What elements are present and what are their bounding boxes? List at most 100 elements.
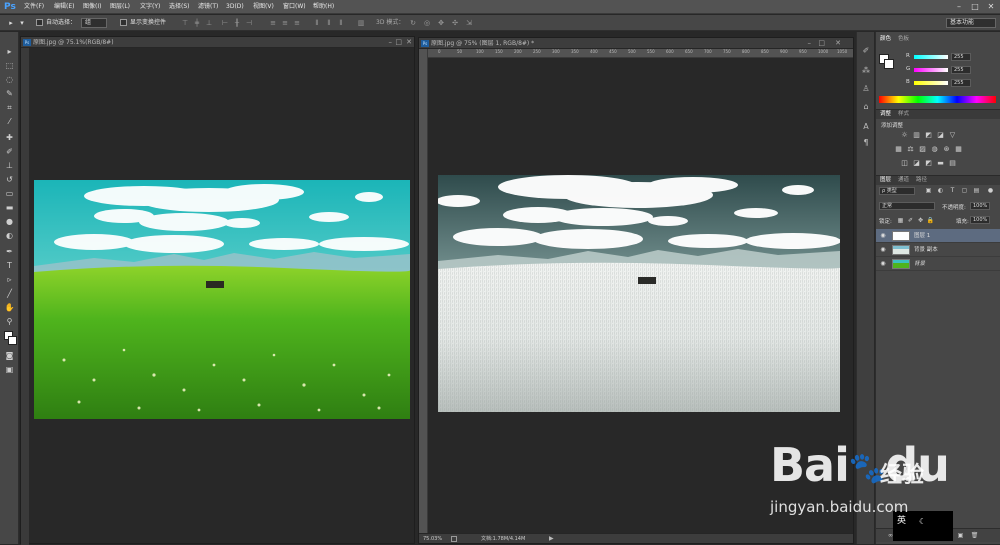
tab-color[interactable]: 颜色 bbox=[880, 35, 891, 44]
status-arrow-icon[interactable]: ▶ bbox=[549, 534, 554, 544]
pen-tool-icon[interactable]: ✒ bbox=[3, 246, 16, 257]
distribute-left-icon[interactable]: ⫴ bbox=[312, 18, 322, 28]
document-tab-layer1[interactable]: Ps 原图.jpg @ 75% (图层 1, RGB/8#) * – □ ✕ bbox=[419, 38, 853, 49]
layer-name[interactable]: 图层 1 bbox=[914, 229, 930, 243]
roll-3d-icon[interactable]: ◎ bbox=[422, 18, 432, 28]
slide-3d-icon[interactable]: ✣ bbox=[450, 18, 460, 28]
blend-mode-dropdown[interactable]: 正常 bbox=[879, 202, 935, 210]
lock-pixels-icon[interactable]: ✐ bbox=[906, 216, 915, 225]
tool-preset-dropdown-icon[interactable]: ▾ bbox=[17, 18, 27, 28]
filter-shape-icon[interactable]: ▢ bbox=[960, 186, 969, 195]
delete-layer-icon[interactable]: 🗑 bbox=[970, 531, 979, 540]
history-brush-tool-icon[interactable]: ↺ bbox=[3, 174, 16, 185]
quick-select-tool-icon[interactable]: ✎ bbox=[3, 88, 16, 99]
align-right-icon[interactable]: ⊣ bbox=[244, 18, 254, 28]
color-lookup-icon[interactable]: ▦ bbox=[954, 145, 963, 154]
move-tool-icon[interactable]: ▸ bbox=[6, 18, 16, 28]
filter-pixel-icon[interactable]: ▣ bbox=[924, 186, 933, 195]
brush-panel-icon[interactable]: ✐ bbox=[861, 46, 871, 56]
bg-color-preview[interactable] bbox=[884, 59, 894, 69]
r-slider[interactable] bbox=[914, 55, 948, 59]
menu-layer[interactable]: 图层(L) bbox=[110, 0, 130, 14]
doc-minimize-icon[interactable]: – bbox=[808, 38, 812, 49]
b-value[interactable]: 255 bbox=[951, 79, 971, 87]
menu-type[interactable]: 文字(Y) bbox=[140, 0, 160, 14]
blur-tool-icon[interactable]: ● bbox=[3, 216, 16, 227]
tab-layers[interactable]: 图层 bbox=[880, 176, 891, 185]
tab-paths[interactable]: 路径 bbox=[916, 176, 927, 185]
color-spectrum-bar[interactable] bbox=[879, 96, 996, 103]
r-value[interactable]: 255 bbox=[951, 53, 971, 61]
tab-adjustments[interactable]: 调整 bbox=[880, 110, 891, 119]
brush-preset-icon[interactable]: ⁂ bbox=[861, 66, 871, 76]
menu-help[interactable]: 帮助(H) bbox=[313, 0, 334, 14]
filter-type-icon[interactable]: T bbox=[948, 186, 957, 195]
minimize-button[interactable]: – bbox=[952, 1, 966, 12]
zoom-level[interactable]: 75.03% bbox=[423, 534, 442, 544]
move-tool-icon[interactable]: ▸ bbox=[3, 46, 16, 57]
doc-maximize-icon[interactable]: □ bbox=[818, 38, 825, 49]
menu-edit[interactable]: 编辑(E) bbox=[54, 0, 74, 14]
type-tool-icon[interactable]: T bbox=[3, 260, 16, 271]
status-menu-icon[interactable] bbox=[451, 536, 457, 542]
brush-tool-icon[interactable]: ✐ bbox=[3, 146, 16, 157]
menu-filter[interactable]: 滤镜(T) bbox=[198, 0, 218, 14]
workspace-dropdown[interactable]: 基本功能 bbox=[946, 18, 996, 28]
character-panel-icon[interactable]: A bbox=[861, 122, 871, 132]
visibility-eye-icon[interactable]: ◉ bbox=[879, 260, 887, 268]
invert-icon[interactable]: ◫ bbox=[900, 159, 909, 168]
align-top-icon[interactable]: ⊤ bbox=[180, 18, 190, 28]
auto-select-checkbox[interactable] bbox=[36, 19, 43, 26]
screen-mode-icon[interactable]: ▣ bbox=[3, 364, 16, 375]
selective-color-icon[interactable]: ▤ bbox=[948, 159, 957, 168]
zoom-tool-icon[interactable]: ⚲ bbox=[3, 316, 16, 327]
distribute-vcenter-icon[interactable]: ≡ bbox=[280, 18, 290, 28]
marquee-tool-icon[interactable]: ⬚ bbox=[3, 60, 16, 71]
photo-filter-icon[interactable]: ◍ bbox=[930, 145, 939, 154]
new-layer-icon[interactable]: ▣ bbox=[956, 531, 965, 540]
threshold-icon[interactable]: ◩ bbox=[924, 159, 933, 168]
menu-view[interactable]: 视图(V) bbox=[253, 0, 274, 14]
black-white-icon[interactable]: ▨ bbox=[918, 145, 927, 154]
layer-name[interactable]: 背景 bbox=[914, 257, 925, 271]
clone-source-icon[interactable]: ♙ bbox=[861, 84, 871, 94]
b-slider[interactable] bbox=[914, 81, 948, 85]
horizontal-ruler[interactable]: 0 50 100 150 200 250 300 350 400 450 500 550 600 650 7… bbox=[428, 49, 853, 58]
drag-3d-icon[interactable]: ✥ bbox=[436, 18, 446, 28]
quick-mask-icon[interactable]: ◙ bbox=[3, 350, 16, 361]
tab-styles[interactable]: 样式 bbox=[898, 110, 909, 119]
channel-mixer-icon[interactable]: ⊛ bbox=[942, 145, 951, 154]
auto-select-dropdown[interactable]: 组 bbox=[81, 18, 107, 28]
tab-channels[interactable]: 通道 bbox=[898, 176, 909, 185]
lock-all-icon[interactable]: 🔒 bbox=[926, 216, 935, 225]
gradient-tool-icon[interactable]: ▬ bbox=[3, 202, 16, 213]
doc-close-icon[interactable]: ✕ bbox=[835, 38, 841, 49]
document-tab-original[interactable]: Ps 原图.jpg @ 75.1%(RGB/8#) – □ ✕ bbox=[21, 37, 414, 48]
g-value[interactable]: 255 bbox=[951, 66, 971, 74]
dodge-tool-icon[interactable]: ◐ bbox=[3, 230, 16, 241]
rotate-3d-icon[interactable]: ↻ bbox=[408, 18, 418, 28]
color-balance-icon[interactable]: ⚖ bbox=[906, 145, 915, 154]
vibrance-icon[interactable]: ▽ bbox=[948, 131, 957, 140]
layer-row-background[interactable]: ◉ 背景 bbox=[876, 257, 1000, 271]
gradient-map-icon[interactable]: ▬ bbox=[936, 159, 945, 168]
path-select-tool-icon[interactable]: ▹ bbox=[3, 274, 16, 285]
menu-select[interactable]: 选择(S) bbox=[169, 0, 190, 14]
maximize-button[interactable]: □ bbox=[968, 1, 982, 12]
history-panel-icon[interactable]: ⌂ bbox=[861, 102, 871, 112]
hue-saturation-icon[interactable]: ▦ bbox=[894, 145, 903, 154]
align-bottom-icon[interactable]: ⊥ bbox=[204, 18, 214, 28]
posterize-icon[interactable]: ◪ bbox=[912, 159, 921, 168]
opacity-input[interactable]: 100% bbox=[970, 202, 990, 210]
auto-align-icon[interactable]: ▥ bbox=[356, 18, 366, 28]
menu-file[interactable]: 文件(F) bbox=[24, 0, 44, 14]
menu-3d[interactable]: 3D(D) bbox=[226, 0, 244, 14]
distribute-top-icon[interactable]: ≡ bbox=[268, 18, 278, 28]
menu-window[interactable]: 窗口(W) bbox=[283, 0, 306, 14]
crop-tool-icon[interactable]: ⌗ bbox=[3, 102, 16, 113]
align-left-icon[interactable]: ⊢ bbox=[220, 18, 230, 28]
doc-close-icon[interactable]: ✕ bbox=[406, 37, 412, 48]
layer-row-layer1[interactable]: ◉ 图层 1 bbox=[876, 229, 1000, 243]
rectangle-tool-icon[interactable]: ╱ bbox=[3, 288, 16, 299]
doc-maximize-icon[interactable]: □ bbox=[395, 37, 402, 48]
